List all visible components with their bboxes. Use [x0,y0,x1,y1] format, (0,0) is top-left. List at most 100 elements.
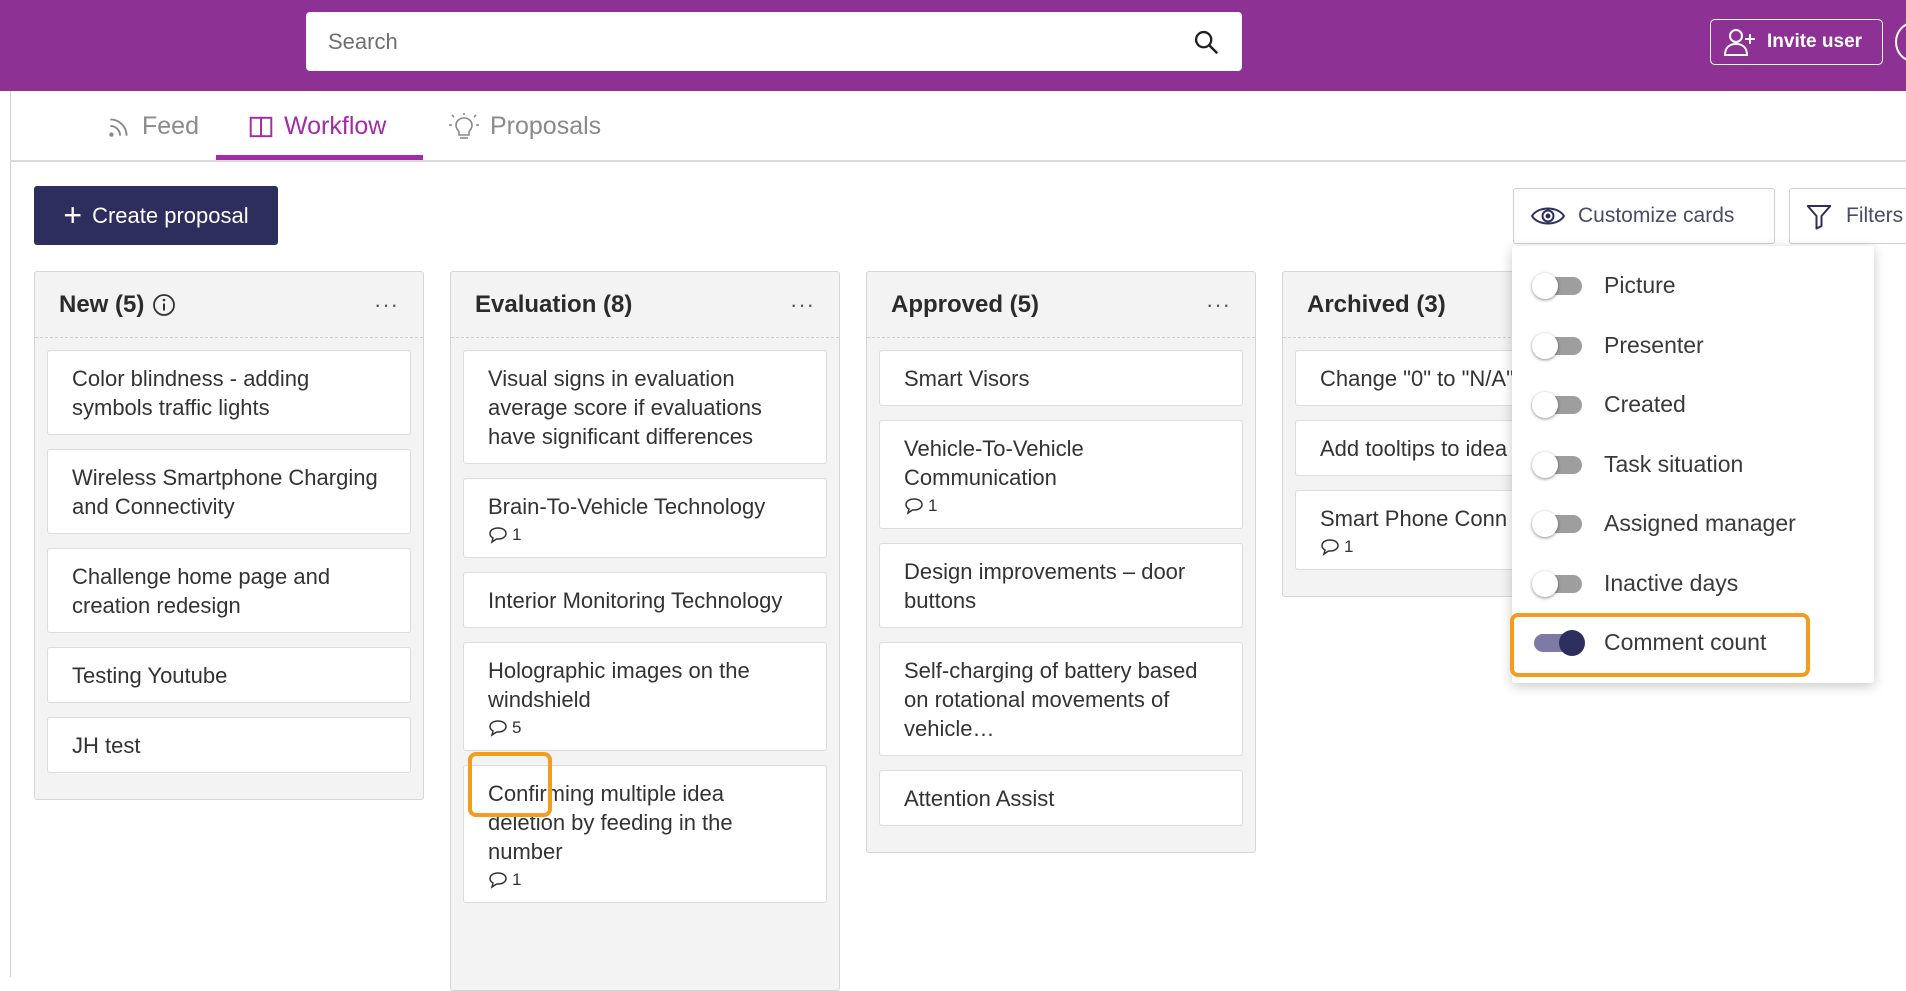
account-icon[interactable] [1895,22,1906,62]
option-task-situation[interactable]: Task situation [1512,439,1874,489]
tab-workflow[interactable]: Workflow [248,91,386,162]
comment-count: 5 [488,718,802,738]
comment-icon [905,498,923,515]
card-title: Testing Youtube [72,663,228,688]
column-menu-icon[interactable]: ··· [790,292,815,318]
column-new: New (5) ··· Color blindness - adding sym… [34,271,424,800]
card-title: Interior Monitoring Technology [488,588,783,613]
option-created[interactable]: Created [1512,379,1874,429]
search-input[interactable] [328,28,1192,55]
option-inactive-days[interactable]: Inactive days [1512,558,1874,608]
card-title: Vehicle-To-Vehicle Communication [904,436,1084,490]
created-toggle[interactable] [1532,392,1584,418]
option-label: Inactive days [1604,569,1739,596]
search-box[interactable] [306,12,1242,71]
task-situation-toggle[interactable] [1532,452,1584,478]
comment-count: 1 [488,525,802,545]
search-icon[interactable] [1192,28,1220,56]
option-label: Task situation [1604,450,1744,477]
customize-cards-button[interactable]: Customize cards [1513,188,1775,244]
presenter-toggle[interactable] [1532,333,1584,359]
tab-feed-label: Feed [142,112,199,140]
comment-count-value: 1 [512,525,522,544]
column-header: Evaluation (8) ··· [451,272,839,338]
column-header: Approved (5) ··· [867,272,1255,338]
rss-icon [109,117,128,137]
create-proposal-label: Create proposal [92,202,249,228]
comment-icon [1321,539,1339,556]
active-tab-indicator [216,155,423,160]
view-tabs: Feed Workflow Proposals [10,91,1906,162]
invite-user-label: Invite user [1767,31,1863,52]
proposal-card[interactable]: Vehicle-To-Vehicle Communication 1 [879,420,1243,529]
proposal-card[interactable]: Color blindness - adding symbols traffic… [47,350,411,435]
card-title: JH test [72,733,141,758]
proposal-card[interactable]: Interior Monitoring Technology [463,572,827,628]
inactive-days-toggle[interactable] [1532,571,1584,597]
card-title: Design improvements – door buttons [904,559,1186,613]
proposal-card[interactable]: Testing Youtube [47,647,411,703]
option-label: Created [1604,390,1686,417]
card-title: Brain-To-Vehicle Technology [488,494,766,519]
tab-proposals[interactable]: Proposals [448,91,601,162]
column-title: Approved (5) [891,291,1039,319]
column-title: Evaluation (8) [475,291,632,319]
card-title: Color blindness - adding symbols traffic… [72,366,310,420]
page-border [10,91,11,977]
filters-button[interactable]: Filters [1789,188,1906,244]
column-menu-icon[interactable]: ··· [374,292,399,318]
column-title-text: New (5) [59,290,145,318]
column-title-text: Archived (3) [1307,290,1446,318]
card-title: Self-charging of battery based on rotati… [904,658,1198,741]
proposal-card[interactable]: Attention Assist [879,770,1243,826]
card-title: Wireless Smartphone Charging and Connect… [72,465,378,519]
option-label: Picture [1604,271,1676,298]
option-label: Assigned manager [1604,509,1796,536]
column-menu-icon[interactable]: ··· [1206,292,1231,318]
comment-icon [489,527,507,544]
column-header: New (5) ··· [35,272,423,338]
assigned-manager-toggle[interactable] [1532,511,1584,537]
tab-proposals-label: Proposals [490,112,602,140]
proposal-card[interactable]: Holographic images on the windshield 5 [463,642,827,751]
create-proposal-button[interactable]: + Create proposal [34,186,278,245]
info-icon[interactable] [152,293,176,317]
customize-cards-label: Customize cards [1578,204,1735,227]
comment-count-value: 1 [512,870,522,889]
card-title: Visual signs in evaluation average score… [488,366,762,449]
comment-count-value: 1 [1344,537,1354,556]
filters-label: Filters [1846,204,1904,227]
picture-toggle[interactable] [1532,273,1584,299]
column-title: Archived (3) [1307,291,1446,319]
eye-icon [1530,207,1566,225]
comment-icon [489,720,507,737]
comment-count-value: 1 [928,496,938,515]
proposal-card[interactable]: JH test [47,717,411,773]
proposal-card[interactable]: Smart Visors [879,350,1243,406]
tab-workflow-label: Workflow [284,112,387,140]
comment-count: 1 [488,870,802,890]
proposal-card[interactable]: Visual signs in evaluation average score… [463,350,827,464]
column-title-text: Evaluation (8) [475,290,633,318]
comment-icon [489,872,507,889]
proposal-card[interactable]: Challenge home page and creation redesig… [47,548,411,633]
proposal-card[interactable]: Wireless Smartphone Charging and Connect… [47,449,411,534]
add-user-icon [1723,29,1755,56]
column-title: New (5) [59,291,176,319]
filter-icon [1806,205,1832,230]
option-presenter[interactable]: Presenter [1512,320,1874,370]
proposal-card[interactable]: Design improvements – door buttons [879,543,1243,628]
option-picture[interactable]: Picture [1512,260,1874,310]
comment-count-value: 5 [512,718,522,737]
proposal-card[interactable]: Self-charging of battery based on rotati… [879,642,1243,756]
option-label: Presenter [1604,331,1704,358]
option-assigned-manager[interactable]: Assigned manager [1512,498,1874,548]
card-title: Challenge home page and creation redesig… [72,564,331,618]
columns-icon [249,116,273,137]
card-title: Smart Visors [904,366,1030,391]
comment-count: 1 [904,496,1218,516]
tab-feed[interactable]: Feed [106,91,199,162]
invite-user-button[interactable]: Invite user [1710,19,1883,65]
proposal-card[interactable]: Brain-To-Vehicle Technology 1 [463,478,827,558]
column-evaluation: Evaluation (8) ··· Visual signs in evalu… [450,271,840,991]
